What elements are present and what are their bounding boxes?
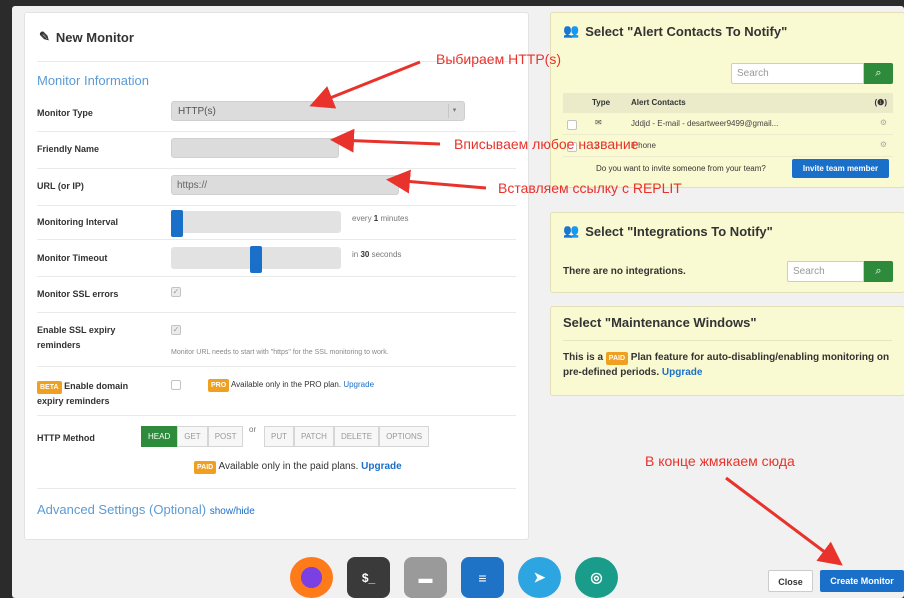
arrow-url	[386, 169, 487, 194]
arrow-http	[309, 60, 421, 109]
annotation-create: В конце жмякаем сюда	[645, 453, 795, 469]
annotation-url: Вставляем ссылку с REPLIT	[498, 180, 682, 196]
annotation-name: Вписываем любое название	[454, 136, 639, 152]
arrow-create	[725, 476, 843, 566]
annotation-arrows	[309, 60, 843, 566]
arrow-name	[330, 128, 441, 153]
annotation-http: Выбираем HTTP(s)	[436, 51, 561, 67]
